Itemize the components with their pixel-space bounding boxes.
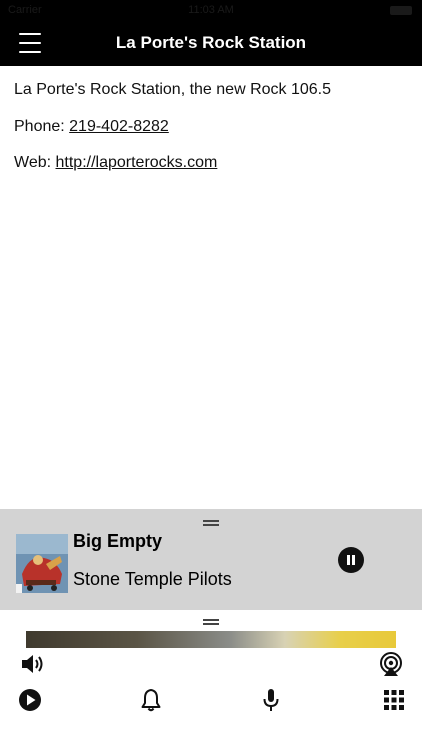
play-icon[interactable] [17, 687, 43, 713]
station-info: La Porte's Rock Station, the new Rock 10… [14, 80, 331, 190]
page-title: La Porte's Rock Station [115, 33, 307, 52]
web-row: Web: http://laporterocks.com [14, 153, 331, 190]
phone-row: Phone: 219-402-8282 [14, 117, 331, 154]
bell-icon[interactable] [138, 687, 164, 713]
station-description: La Porte's Rock Station, the new Rock 10… [14, 81, 332, 98]
status-time: 11:03 AM [188, 4, 234, 16]
drag-handle-secondary[interactable] [203, 619, 219, 625]
app-header: Carrier 11:03 AM La Porte's Rock Station [0, 0, 422, 66]
status-bar: Carrier 11:03 AM [0, 0, 422, 20]
web-label: Web: [14, 154, 56, 171]
web-link[interactable]: http://laporterocks.com [56, 154, 218, 171]
track-title: Big Empty [73, 531, 163, 551]
microphone-icon[interactable] [258, 687, 284, 713]
pause-icon[interactable] [338, 547, 364, 573]
battery-icon [390, 6, 412, 15]
station-banner-image [26, 631, 396, 648]
grid-menu-icon[interactable] [381, 687, 407, 713]
track-artist: Stone Temple Pilots [73, 569, 232, 589]
phone-label: Phone: [14, 117, 70, 135]
phone-link[interactable]: 219-402-8282 [69, 118, 169, 135]
drag-handle[interactable] [203, 520, 219, 526]
album-art [16, 534, 68, 593]
speaker-volume-icon[interactable] [19, 651, 45, 677]
airplay-icon[interactable] [378, 651, 404, 677]
